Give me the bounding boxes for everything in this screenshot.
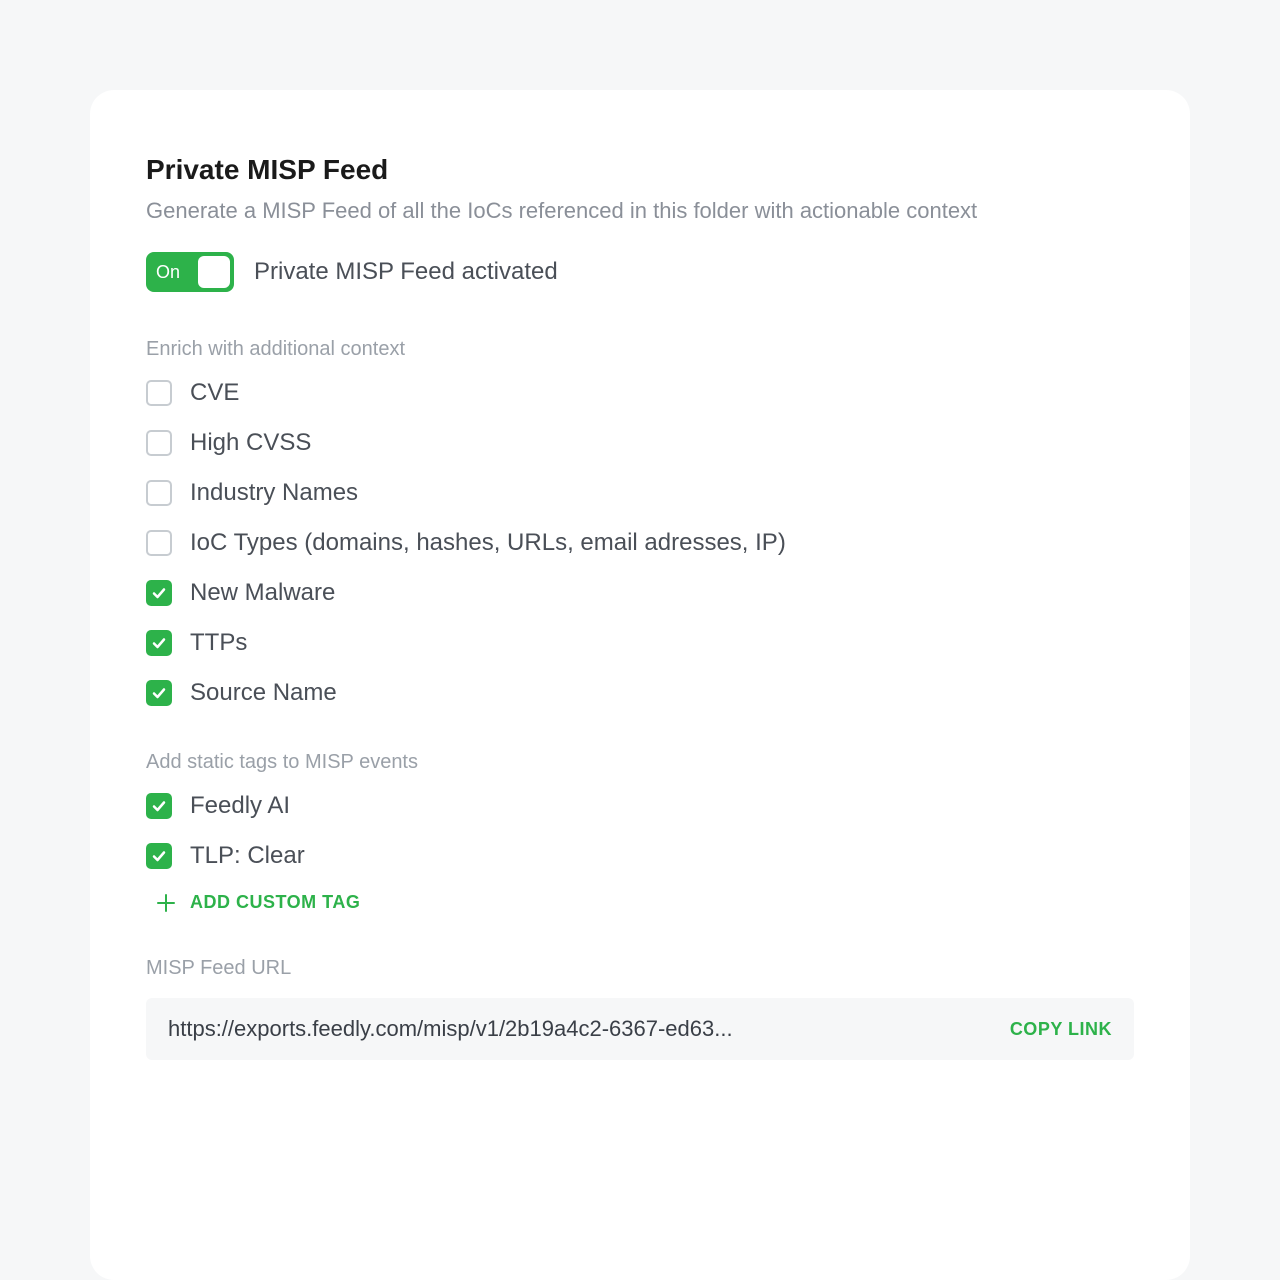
copy-link-button[interactable]: COPY LINK xyxy=(1010,1019,1112,1040)
toggle-row: On Private MISP Feed activated xyxy=(146,252,1134,292)
url-section-label: MISP Feed URL xyxy=(146,957,1134,980)
enrich-item-checkbox[interactable] xyxy=(146,530,172,556)
enrich-item-checkbox[interactable] xyxy=(146,580,172,606)
enrich-item-row: TTPs xyxy=(146,629,1134,657)
page-subtitle: Generate a MISP Feed of all the IoCs ref… xyxy=(146,198,1134,224)
enrich-item-checkbox[interactable] xyxy=(146,430,172,456)
enrich-item-row: High CVSS xyxy=(146,429,1134,457)
feed-toggle[interactable]: On xyxy=(146,252,234,292)
enrich-item-checkbox[interactable] xyxy=(146,680,172,706)
toggle-status-text: Private MISP Feed activated xyxy=(254,258,558,286)
enrich-item-label: IoC Types (domains, hashes, URLs, email … xyxy=(190,529,786,557)
add-custom-tag-label: ADD CUSTOM TAG xyxy=(190,892,360,913)
enrich-item-row: CVE xyxy=(146,379,1134,407)
enrich-item-label: New Malware xyxy=(190,579,335,607)
enrich-item-label: TTPs xyxy=(190,629,247,657)
tag-item-label: Feedly AI xyxy=(190,792,290,820)
enrich-item-checkbox[interactable] xyxy=(146,380,172,406)
tags-list: Feedly AI TLP: Clear xyxy=(146,792,1134,870)
tags-section-label: Add static tags to MISP events xyxy=(146,751,1134,774)
tag-item-checkbox[interactable] xyxy=(146,843,172,869)
enrich-section-label: Enrich with additional context xyxy=(146,338,1134,361)
tag-item-row: Feedly AI xyxy=(146,792,1134,820)
toggle-knob xyxy=(198,256,230,288)
enrich-item-checkbox[interactable] xyxy=(146,480,172,506)
enrich-item-row: IoC Types (domains, hashes, URLs, email … xyxy=(146,529,1134,557)
page-title: Private MISP Feed xyxy=(146,154,1134,186)
tag-item-checkbox[interactable] xyxy=(146,793,172,819)
enrich-item-label: Source Name xyxy=(190,679,337,707)
add-custom-tag-button[interactable]: ADD CUSTOM TAG xyxy=(146,892,1134,913)
misp-feed-card: Private MISP Feed Generate a MISP Feed o… xyxy=(90,90,1190,1280)
plus-icon xyxy=(156,893,176,913)
tag-item-label: TLP: Clear xyxy=(190,842,305,870)
enrich-item-label: CVE xyxy=(190,379,239,407)
enrich-item-label: High CVSS xyxy=(190,429,311,457)
enrich-list: CVE High CVSS Industry Names IoC Types (dom… xyxy=(146,379,1134,707)
enrich-item-row: New Malware xyxy=(146,579,1134,607)
url-row: https://exports.feedly.com/misp/v1/2b19a… xyxy=(146,998,1134,1060)
enrich-item-label: Industry Names xyxy=(190,479,358,507)
enrich-item-row: Industry Names xyxy=(146,479,1134,507)
toggle-on-label: On xyxy=(156,262,180,283)
enrich-item-row: Source Name xyxy=(146,679,1134,707)
tag-item-row: TLP: Clear xyxy=(146,842,1134,870)
enrich-item-checkbox[interactable] xyxy=(146,630,172,656)
feed-url-text: https://exports.feedly.com/misp/v1/2b19a… xyxy=(168,1016,733,1042)
